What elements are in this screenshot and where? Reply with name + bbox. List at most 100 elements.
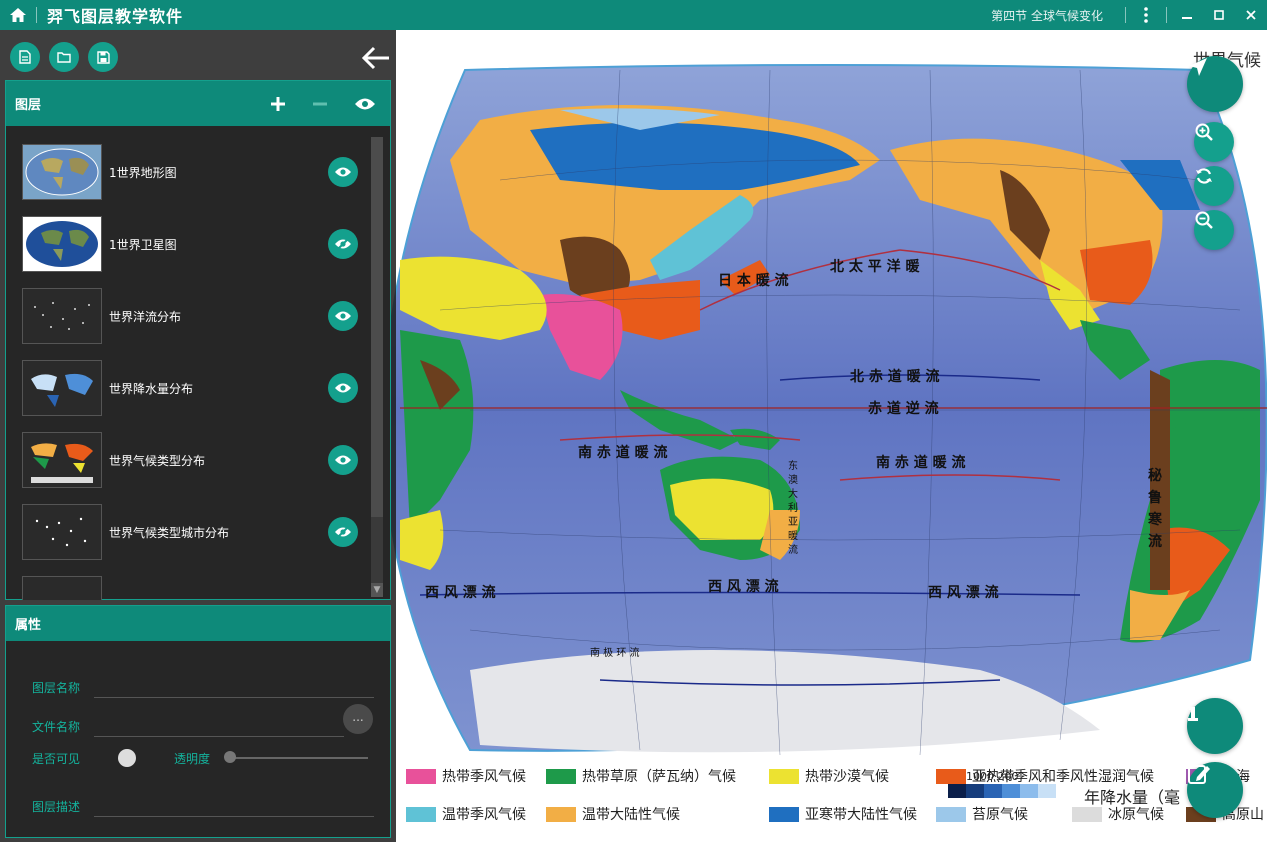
zoom-in-button[interactable]	[1194, 122, 1234, 162]
layer-item[interactable]: 1世界地形图	[22, 144, 372, 200]
current-label-counter: 赤 道 逆 流	[868, 401, 939, 417]
rainfall-ticks: 1000 200	[966, 770, 1019, 783]
description-field[interactable]	[94, 816, 374, 817]
current-label-west-wind-2: 西 风 漂 流	[708, 579, 779, 595]
layer-visibility-toggle[interactable]	[328, 229, 358, 259]
eye-icon	[335, 311, 351, 321]
folder-icon	[57, 52, 71, 63]
layer-item[interactable]: 1世界卫星图	[22, 216, 372, 272]
info-button[interactable]	[1187, 698, 1243, 754]
home-button[interactable]	[0, 0, 36, 30]
app-title: 羿飞图层教学软件	[47, 7, 184, 26]
collapse-panel-button[interactable]	[360, 42, 392, 74]
title-separator	[36, 7, 37, 23]
layer-thumbnail	[22, 504, 102, 560]
legend-swatch	[406, 806, 436, 822]
layer-item[interactable]: 世界气候类型分布	[22, 432, 372, 488]
layer-thumbnail	[22, 216, 102, 272]
legend-item: 热带季风气候	[406, 766, 526, 786]
eye-icon	[335, 455, 351, 465]
rainfall-title: 年降水量（毫	[1084, 788, 1181, 807]
layer-item[interactable]: 世界降水量分布	[22, 360, 372, 416]
layer-visibility-toggle[interactable]	[328, 157, 358, 187]
minimize-icon	[1182, 17, 1192, 19]
scrollbar-thumb[interactable]	[371, 137, 383, 517]
scroll-down-arrow[interactable]: ▼	[371, 583, 383, 597]
legend-item: 温带季风气候	[406, 804, 526, 824]
home-icon	[10, 8, 26, 22]
current-label-north-pacific: 北 太 平 洋 暖	[830, 259, 920, 275]
layers-panel: 图层 1世界地形图 1世界卫星图 世界洋流分布 世界降水量分布 世界气候类型分布…	[5, 80, 391, 600]
current-label-east-australia: 东 澳 大 利 亚 暖 流	[788, 461, 798, 556]
legend-swatch	[546, 768, 576, 784]
file-icon	[19, 50, 31, 64]
zoom-out-icon	[1195, 211, 1213, 229]
open-folder-button[interactable]	[49, 42, 79, 72]
close-button[interactable]	[1235, 0, 1267, 30]
layer-name: 世界洋流分布	[109, 309, 182, 324]
layers-header: 图层	[6, 81, 390, 126]
file-name-label: 文件名称	[32, 720, 81, 734]
add-layer-icon[interactable]	[270, 96, 286, 112]
maximize-button[interactable]	[1203, 0, 1235, 30]
layer-list: 1世界地形图 1世界卫星图 世界洋流分布 世界降水量分布 世界气候类型分布 世界…	[6, 126, 376, 600]
description-label: 图层描述	[32, 800, 81, 814]
visible-toggle[interactable]	[118, 749, 136, 767]
layer-name-label: 图层名称	[32, 681, 81, 695]
layer-list-scrollbar[interactable]: ▼	[371, 137, 383, 597]
legend-swatch	[546, 806, 576, 822]
maximize-icon	[1214, 10, 1224, 20]
locate-button[interactable]	[1187, 56, 1243, 112]
eye-icon[interactable]	[354, 97, 376, 111]
opacity-slider-knob[interactable]	[224, 751, 236, 763]
layer-visibility-toggle[interactable]	[328, 301, 358, 331]
legend-swatch	[936, 768, 966, 784]
zoom-out-button[interactable]	[1194, 210, 1234, 250]
current-label-north-equatorial: 北 赤 道 暖 流	[850, 369, 940, 385]
new-file-button[interactable]	[10, 42, 40, 72]
layer-name-field[interactable]	[94, 697, 374, 698]
opacity-label: 透明度	[174, 752, 211, 766]
layer-name: 1世界地形图	[109, 165, 177, 180]
side-panel: 图层 1世界地形图 1世界卫星图 世界洋流分布 世界降水量分布 世界气候类型分布…	[0, 30, 396, 842]
layer-name: 世界降水量分布	[109, 381, 194, 396]
opacity-slider[interactable]	[228, 757, 368, 759]
visible-label: 是否可见	[32, 752, 81, 766]
current-label-west-wind-3: 西 风 漂 流	[928, 585, 999, 601]
layer-thumbnail	[22, 144, 102, 200]
layer-thumbnail	[22, 576, 102, 600]
current-label-south-equatorial-east: 南 赤 道 暖 流	[876, 455, 966, 471]
refresh-button[interactable]	[1194, 166, 1234, 206]
legend-swatch	[406, 768, 436, 784]
legend-swatch	[769, 768, 799, 784]
annotate-button[interactable]	[1187, 762, 1243, 818]
eye-icon	[335, 383, 351, 393]
section-title: 第四节 全球气候变化	[991, 8, 1103, 23]
legend-item: 热带沙漠气候	[769, 766, 889, 786]
refresh-icon	[1196, 168, 1212, 184]
browse-file-button[interactable]: ...	[343, 704, 373, 734]
more-vertical-icon	[1144, 7, 1148, 23]
remove-layer-icon[interactable]	[312, 96, 328, 112]
layer-visibility-toggle[interactable]	[328, 517, 358, 547]
layer-item[interactable]	[22, 576, 372, 600]
eye-icon	[335, 167, 351, 177]
minimize-button[interactable]	[1171, 0, 1203, 30]
more-menu-button[interactable]	[1130, 0, 1162, 30]
legend-swatch	[936, 806, 966, 822]
current-label-peru: 秘 鲁 寒 流	[1148, 468, 1162, 550]
layer-visibility-toggle[interactable]	[328, 445, 358, 475]
rainfall-scale	[948, 784, 1056, 798]
current-label-south-equatorial-west: 南 赤 道 暖 流	[578, 445, 668, 461]
layer-item[interactable]: 世界气候类型城市分布	[22, 504, 372, 560]
save-button[interactable]	[88, 42, 118, 72]
properties-header: 属性	[6, 606, 390, 641]
layer-item[interactable]: 世界洋流分布	[22, 288, 372, 344]
legend-swatch	[1072, 806, 1102, 822]
file-name-field[interactable]	[94, 736, 344, 737]
eye-off-icon	[335, 525, 351, 539]
layer-visibility-toggle[interactable]	[328, 373, 358, 403]
eye-off-icon	[335, 237, 351, 251]
navigation-arrow-icon	[1189, 58, 1207, 76]
legend-item: 温带大陆性气候	[546, 804, 680, 824]
